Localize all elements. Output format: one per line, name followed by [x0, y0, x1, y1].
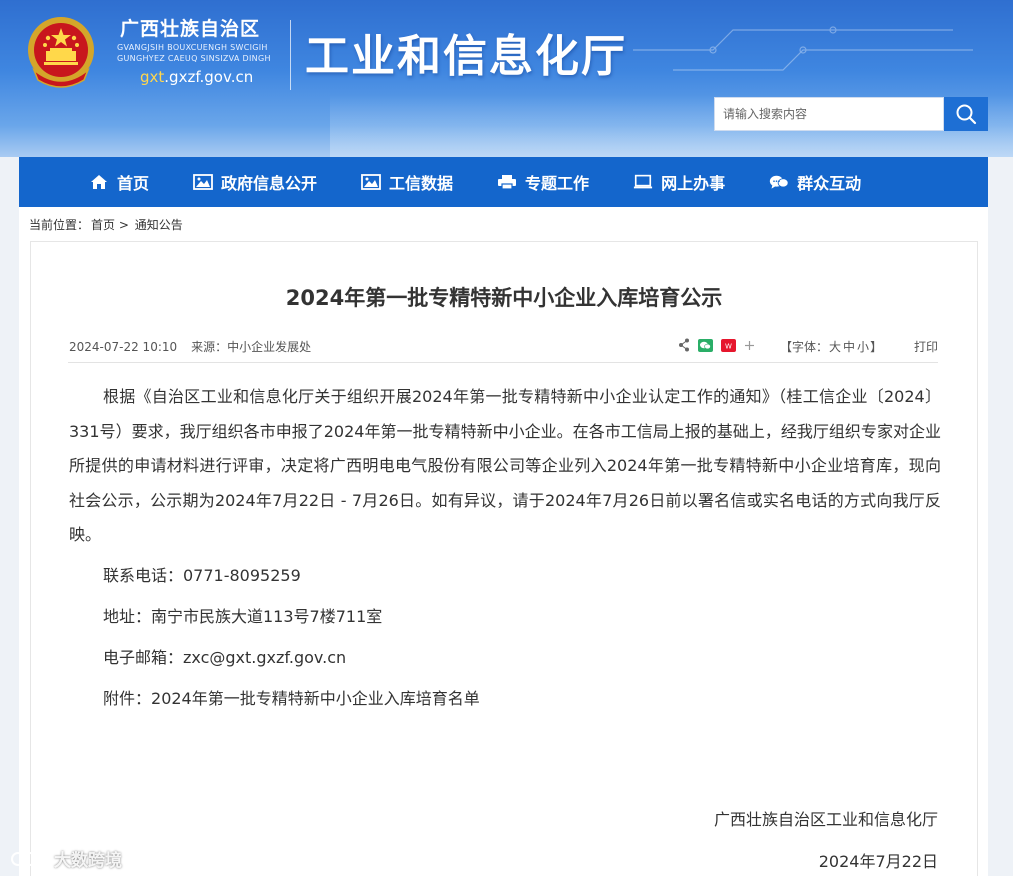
article-body-paragraph: 根据《自治区工业和信息化厅关于组织开展2024年第一批专精特新中小企业认定工作的… — [69, 387, 941, 544]
font-size-medium-link[interactable]: 中 — [843, 340, 855, 354]
watermark: 大数跨境 — [10, 846, 122, 871]
search-box — [714, 97, 944, 131]
font-size-prefix: 【字体： — [780, 340, 829, 354]
signature-org: 广西壮族自治区工业和信息化厅 — [713, 810, 938, 829]
meta-divider — [68, 362, 938, 363]
search-input[interactable] — [715, 98, 943, 130]
header-divider — [290, 20, 291, 90]
nav-item-label: 网上办事 — [661, 174, 726, 193]
article-panel — [30, 241, 978, 876]
attachment-line: 附件：2024年第一批专精特新中小企业入库培育名单 — [103, 685, 480, 709]
attachment-prefix: 附件： — [103, 689, 152, 708]
contact-email: 电子邮箱：zxc@gxt.gxzf.gov.cn — [103, 648, 347, 667]
site-header: 广西壮族自治区 GVANGJSIH BOUXCUENGH SWCIGIH GUN… — [0, 0, 1013, 157]
nav-item-home[interactable]: 首页 — [89, 157, 149, 207]
more-share-icon[interactable] — [744, 340, 755, 351]
site-url-suffix: .gxzf.gov.cn — [164, 68, 254, 86]
nav-item-data[interactable]: 工信数据 — [361, 157, 453, 207]
laptop-icon — [633, 173, 653, 191]
main-nav: 首页 政府信息公开 工信数据 专题工作 网上办事 群众互动 — [19, 157, 988, 207]
signature-date: 2024年7月22日 — [818, 852, 938, 871]
svg-text:W: W — [725, 342, 732, 350]
circuit-decoration — [633, 26, 973, 71]
region-name-zhuang-line-2: GUNGHYEZ CAEUQ SINSIZVA DINGH — [117, 54, 271, 63]
weibo-icon[interactable]: W — [721, 338, 736, 352]
region-name-zhuang-line-1: GVANGJSIH BOUXCUENGH SWCIGIH — [117, 43, 268, 52]
nav-item-label: 首页 — [117, 174, 150, 193]
breadcrumb: 当前位置： 首页 > 通知公告 — [19, 207, 988, 240]
search-button[interactable] — [944, 97, 988, 131]
chat-icon — [769, 173, 789, 191]
font-size-control: 【字体：大中小】 — [780, 338, 882, 355]
article-meta: 2024-07-22 10:10 来源：中小企业发展处 — [69, 338, 311, 355]
department-title: 工业和信息化厅 — [305, 31, 627, 82]
nav-item-online-service[interactable]: 网上办事 — [633, 157, 725, 207]
site-url[interactable]: gxt.gxzf.gov.cn — [140, 68, 253, 86]
site-url-prefix: gxt — [140, 68, 165, 86]
breadcrumb-separator: > — [118, 218, 129, 232]
article-title: 2024年第一批专精特新中小企业入库培育公示 — [285, 286, 723, 310]
nav-item-label: 群众互动 — [797, 174, 862, 193]
contact-phone: 联系电话：0771-8095259 — [103, 566, 301, 585]
nav-item-topics[interactable]: 专题工作 — [497, 157, 589, 207]
print-link[interactable]: 打印 — [914, 338, 938, 355]
article-date: 2024-07-22 10:10 — [69, 340, 178, 354]
nav-item-label: 专题工作 — [525, 174, 590, 193]
breadcrumb-prefix: 当前位置： — [29, 218, 90, 232]
watermark-text: 大数跨境 — [54, 851, 122, 871]
contact-address: 地址：南宁市民族大道113号7楼711室 — [103, 607, 383, 626]
breadcrumb-home-link[interactable]: 首页 — [91, 218, 115, 232]
region-name-zhuang: GVANGJSIH BOUXCUENGH SWCIGIH GUNGHYEZ CA… — [117, 42, 271, 64]
picture-icon — [193, 173, 213, 191]
printer-icon — [497, 173, 517, 191]
font-size-suffix: 】 — [870, 340, 883, 354]
article-source: 来源：中小企业发展处 — [191, 340, 312, 354]
nav-item-gov-info[interactable]: 政府信息公开 — [193, 157, 317, 207]
breadcrumb-current-link[interactable]: 通知公告 — [135, 218, 183, 232]
search-icon — [956, 104, 977, 125]
watermark-logo-icon — [11, 851, 49, 866]
national-emblem-icon — [28, 17, 94, 88]
nav-item-label: 政府信息公开 — [221, 174, 318, 193]
attachment-link[interactable]: 2024年第一批专精特新中小企业入库培育名单 — [151, 689, 480, 708]
picture-icon — [361, 173, 381, 191]
nav-item-label: 工信数据 — [389, 174, 454, 193]
share-tools: W — [678, 338, 763, 352]
region-name: 广西壮族自治区 — [120, 18, 261, 40]
font-size-small-link[interactable]: 小 — [857, 340, 869, 354]
wechat-icon[interactable] — [698, 338, 713, 352]
share-icon[interactable] — [678, 338, 690, 352]
font-size-large-link[interactable]: 大 — [829, 340, 841, 354]
nav-item-interaction[interactable]: 群众互动 — [769, 157, 861, 207]
home-icon — [89, 173, 109, 191]
